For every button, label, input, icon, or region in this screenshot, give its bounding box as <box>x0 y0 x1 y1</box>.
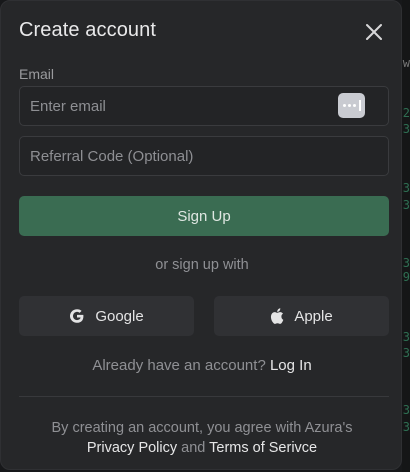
background-text: 3 <box>402 403 410 417</box>
legal-and: and <box>181 440 206 456</box>
apple-signup-button[interactable]: Apple <box>214 296 389 336</box>
background-text: 3 <box>402 346 410 360</box>
close-icon <box>366 24 382 40</box>
background-text: 9 <box>402 270 410 284</box>
email-label: Email <box>19 66 55 82</box>
create-account-dialog: Create account Email Sign Up or sign up … <box>0 0 402 470</box>
background-text: 2 <box>402 106 410 120</box>
log-in-link[interactable]: Log In <box>270 357 312 374</box>
background-text: 3 <box>402 198 410 212</box>
apple-icon <box>270 308 284 324</box>
referral-code-input[interactable] <box>19 136 389 176</box>
apple-label: Apple <box>294 307 333 325</box>
background-text: 3 <box>402 330 410 344</box>
legal-line: By creating an account, you agree with A… <box>51 420 353 436</box>
divider <box>19 396 389 397</box>
google-label: Google <box>95 307 144 325</box>
login-prompt: Already have an account? <box>92 357 266 374</box>
google-icon <box>69 308 85 324</box>
privacy-policy-link[interactable]: Privacy Policy <box>87 440 177 456</box>
dialog-title: Create account <box>19 19 157 41</box>
email-input[interactable] <box>19 86 389 126</box>
login-prompt-row: Already have an account? Log In <box>1 357 403 374</box>
google-signup-button[interactable]: Google <box>19 296 194 336</box>
terms-of-service-link[interactable]: Terms of Serivce <box>209 440 317 456</box>
background-column <box>402 0 410 472</box>
background-text: 3 <box>402 122 410 136</box>
alt-signup-text: or sign up with <box>155 257 249 273</box>
close-button[interactable] <box>361 19 387 45</box>
background-text: 3 <box>402 181 410 195</box>
sign-up-button[interactable]: Sign Up <box>19 196 389 236</box>
background-text: 3 <box>402 256 410 270</box>
password-manager-button[interactable] <box>338 93 365 118</box>
background-text: 3 <box>402 420 410 434</box>
legal-notice: By creating an account, you agree with A… <box>1 418 403 458</box>
background-text: w <box>402 56 410 70</box>
sign-up-label: Sign Up <box>177 207 231 225</box>
